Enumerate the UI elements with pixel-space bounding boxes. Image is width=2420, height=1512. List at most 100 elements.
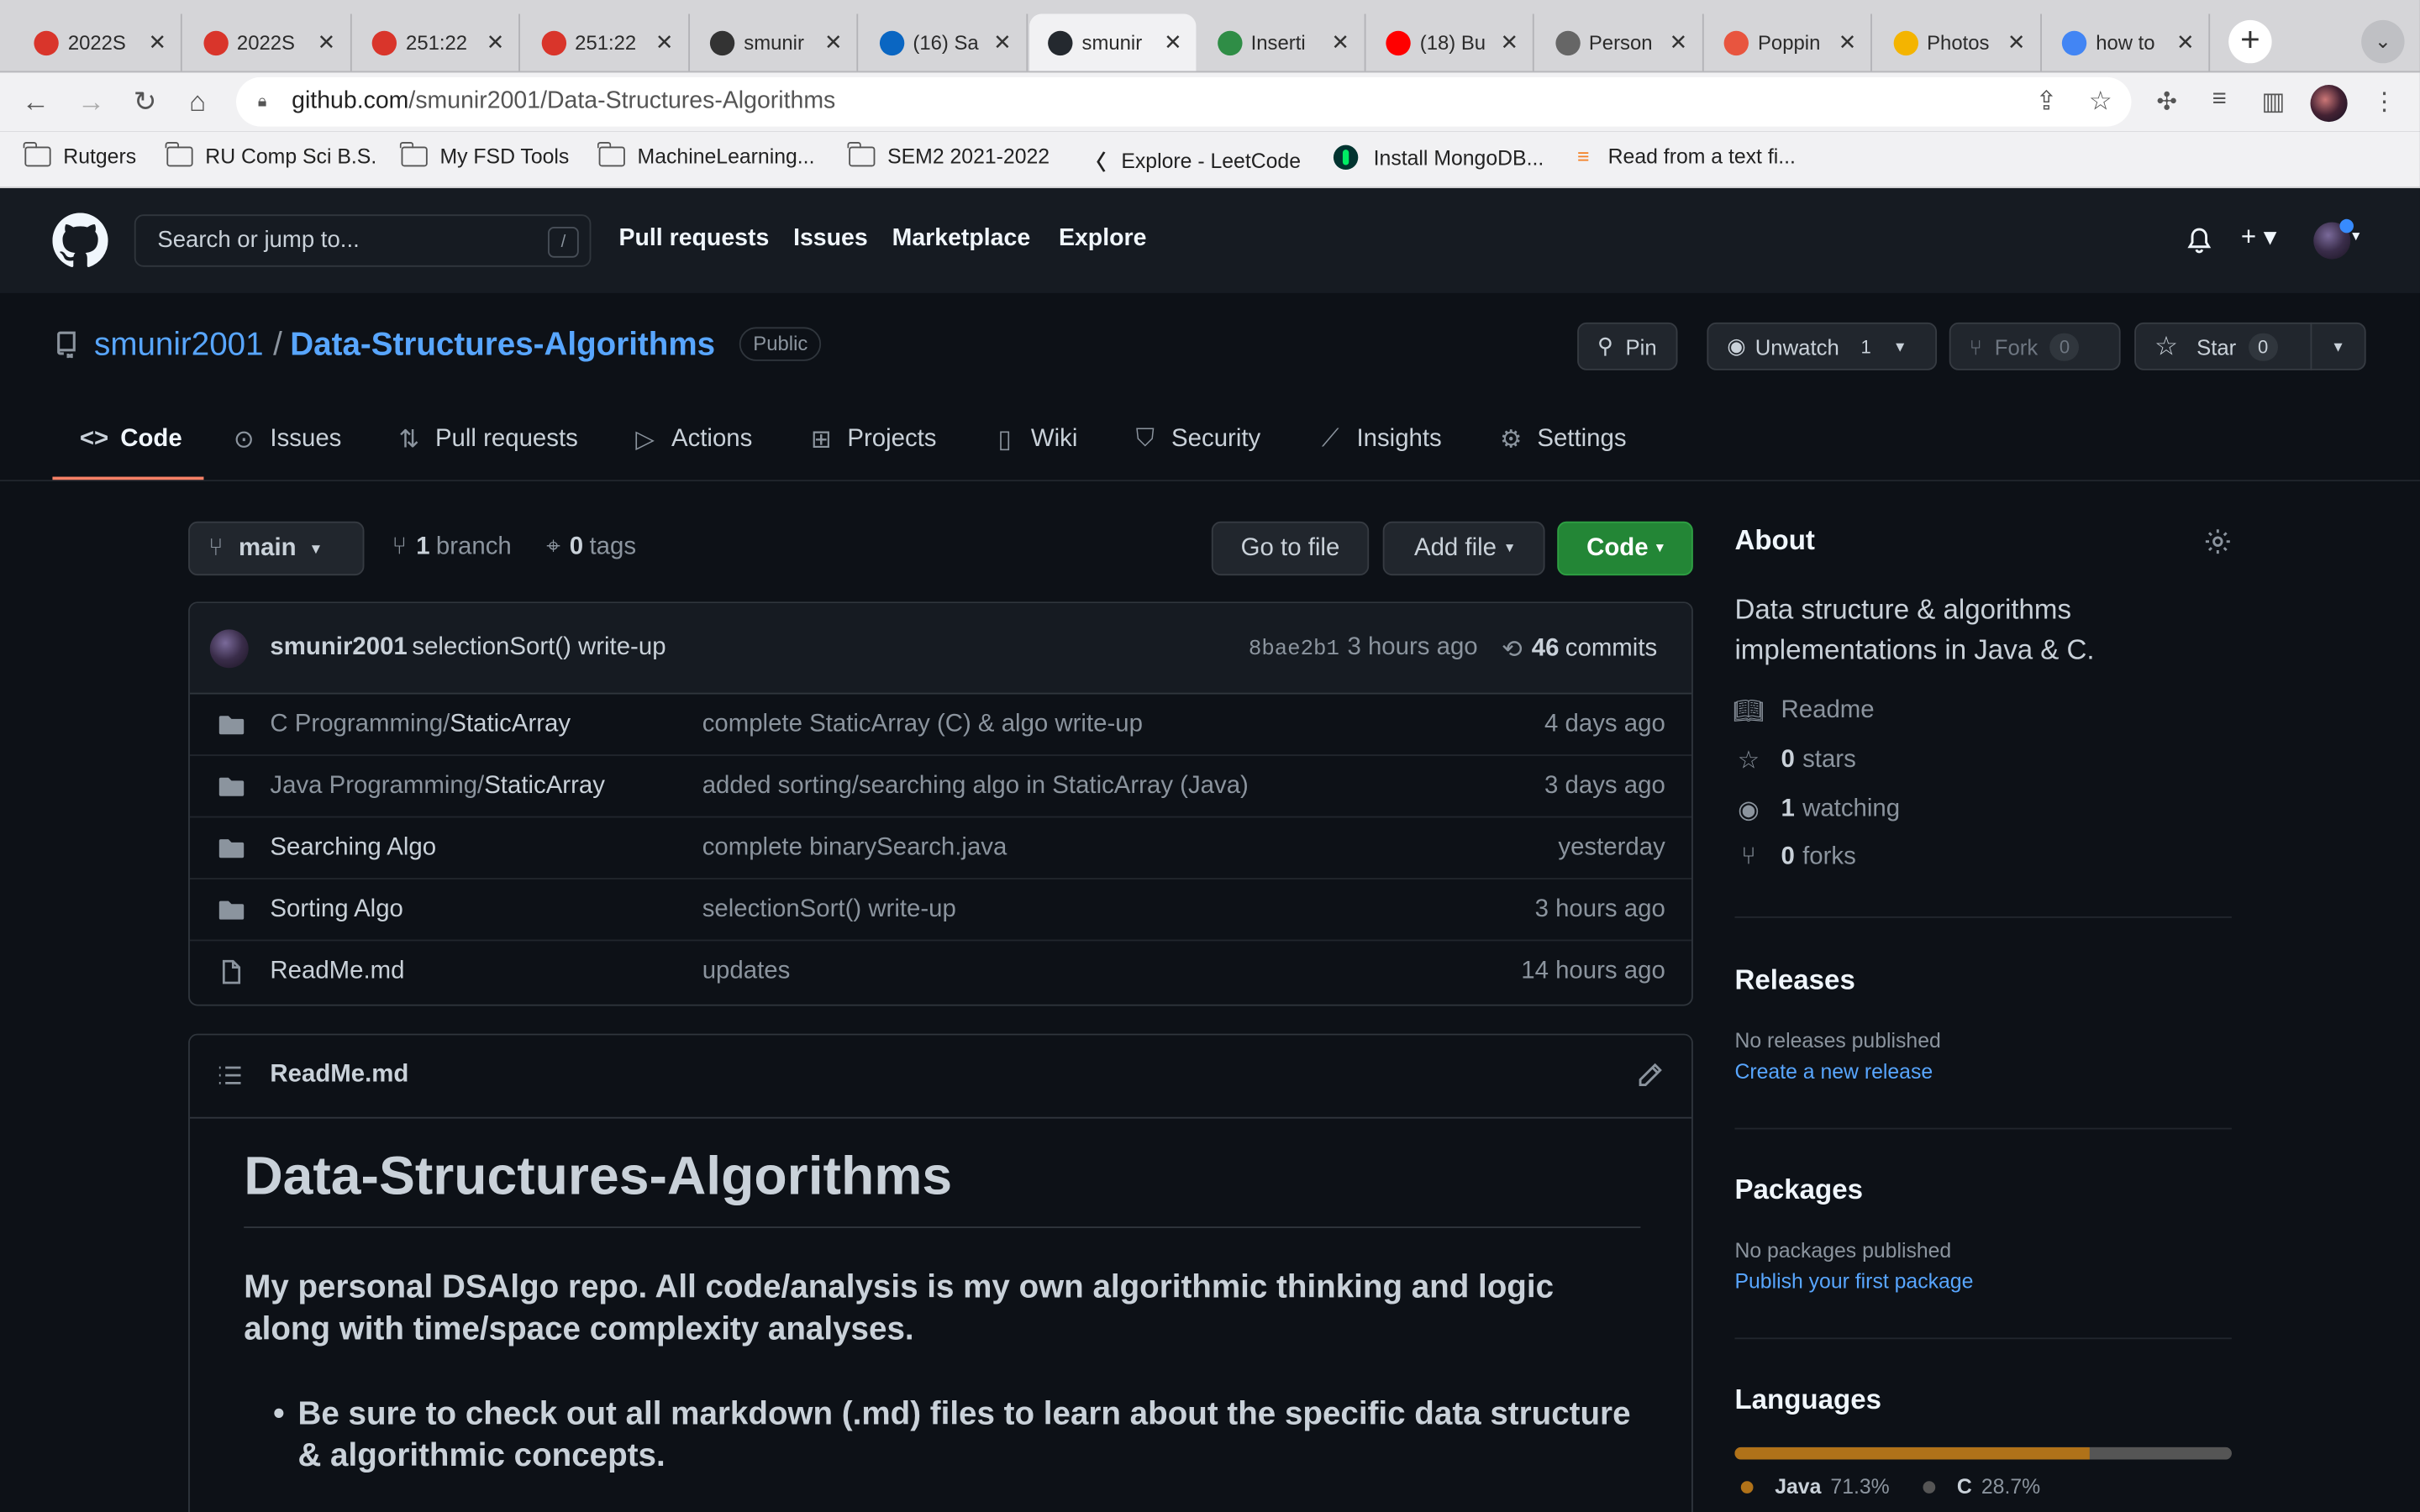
pencil-icon[interactable] xyxy=(1636,1062,1664,1089)
readme-filename[interactable]: ReadMe.md xyxy=(270,1062,408,1089)
close-icon[interactable]: ✕ xyxy=(992,29,1013,55)
tab-projects[interactable]: ⊞ Projects xyxy=(808,426,937,454)
tab-issues[interactable]: ⊙ Issues xyxy=(230,426,341,454)
address-bar[interactable]: 🔒︎ github.com/smunir2001/Data-Structures… xyxy=(236,76,2132,127)
browser-tab[interactable]: smunir ✕ xyxy=(1029,13,1197,71)
stars-link[interactable]: ☆ 0 stars xyxy=(1734,747,1856,774)
commit-author[interactable]: smunir2001 xyxy=(270,634,407,662)
bookmark-item[interactable]: Rutgers xyxy=(24,141,136,168)
go-to-file-button[interactable]: Go to file xyxy=(1211,521,1370,576)
bookmark-item[interactable]: My FSD Tools xyxy=(400,141,569,168)
watching-link[interactable]: ◉ 1 watching xyxy=(1734,796,1900,824)
packages-heading[interactable]: Packages xyxy=(1734,1174,1863,1207)
file-commit-message[interactable]: selectionSort() write-up xyxy=(702,896,956,924)
tab-security[interactable]: ⛉ Security xyxy=(1131,426,1260,454)
add-file-button[interactable]: Add file ▾ xyxy=(1382,521,1545,576)
extensions-icon[interactable]: ✣ xyxy=(2151,87,2182,118)
bookmark-item[interactable]: ≡ Read from a text fi... xyxy=(1577,145,1796,169)
gear-icon[interactable] xyxy=(2204,528,2232,555)
file-name-link[interactable]: Sorting Algo xyxy=(270,896,402,924)
create-release-link[interactable]: Create a new release xyxy=(1734,1060,1933,1084)
unwatch-button[interactable]: ◉ Unwatch 1 ▾ xyxy=(1707,322,1938,370)
browser-tab[interactable]: Person ✕ xyxy=(1536,13,1703,71)
notifications-bell-icon[interactable] xyxy=(2186,225,2213,256)
menu-icon[interactable]: ⋮ xyxy=(2369,87,2400,118)
create-new-plus-icon[interactable]: + ▾ xyxy=(2241,222,2277,253)
close-icon[interactable]: ✕ xyxy=(1162,29,1184,55)
tab-settings[interactable]: ⚙ Settings xyxy=(1497,426,1627,454)
new-tab-button[interactable]: + xyxy=(2228,19,2272,64)
file-row[interactable]: Java Programming/StaticArray added sortin… xyxy=(189,756,1692,818)
tab-search-button[interactable]: ⌄ xyxy=(2361,19,2405,64)
bookmark-item[interactable]: Install MongoDB... xyxy=(1333,144,1544,171)
bookmark-item[interactable]: SEM2 2021-2022 xyxy=(848,141,1050,168)
forward-icon[interactable]: → xyxy=(74,85,108,118)
tab-wiki[interactable]: ▯ Wiki xyxy=(991,426,1078,454)
tab-insights[interactable]: ⟋ Insights xyxy=(1317,426,1442,454)
bookmark-item[interactable]: 〈 Explore - LeetCode xyxy=(1085,145,1301,176)
file-commit-message[interactable]: added sorting/searching algo in StaticAr… xyxy=(702,773,1249,801)
file-row[interactable]: C Programming/StaticArray complete Static… xyxy=(189,695,1692,756)
publish-package-link[interactable]: Publish your first package xyxy=(1734,1270,1973,1294)
close-icon[interactable]: ✕ xyxy=(1668,29,1690,55)
bookmark-item[interactable]: RU Comp Sci B.S. xyxy=(166,141,376,168)
close-icon[interactable]: ✕ xyxy=(823,29,844,55)
file-name-link[interactable]: Searching Algo xyxy=(270,835,436,863)
browser-tab[interactable]: (16) Sa ✕ xyxy=(860,13,1028,71)
browser-tab[interactable]: 251:22 ✕ xyxy=(523,13,690,71)
pin-button[interactable]: ⚲ Pin xyxy=(1577,322,1677,370)
browser-tab[interactable]: Photos ✕ xyxy=(1875,13,2042,71)
commit-message[interactable]: selectionSort() write-up xyxy=(412,634,666,662)
commit-sha[interactable]: 8bae2b1 xyxy=(1249,638,1339,662)
tags-link[interactable]: ⌖ 0 tags xyxy=(546,533,636,561)
file-row[interactable]: Sorting Algo selectionSort() write-up 3 ho… xyxy=(189,879,1692,942)
releases-heading[interactable]: Releases xyxy=(1734,964,1854,997)
close-icon[interactable]: ✕ xyxy=(485,29,507,55)
forks-link[interactable]: ⑂ 0 forks xyxy=(1734,844,1856,872)
browser-tab[interactable]: 251:22 ✕ xyxy=(354,13,520,71)
file-commit-message[interactable]: complete binarySearch.java xyxy=(702,835,1007,863)
commits-link[interactable]: ⟲ 46 commits xyxy=(1502,634,1657,665)
nav-explore[interactable]: Explore xyxy=(1059,225,1146,253)
file-name-link[interactable]: C Programming/StaticArray xyxy=(270,711,571,739)
profile-avatar[interactable] xyxy=(2310,85,2348,123)
repo-owner-link[interactable]: smunir2001 xyxy=(94,327,264,364)
close-icon[interactable]: ✕ xyxy=(2006,29,2028,55)
star-button[interactable]: ☆ Star 0 xyxy=(2134,322,2312,370)
tab-actions[interactable]: ▷ Actions xyxy=(631,426,752,454)
file-commit-message[interactable]: updates xyxy=(702,958,791,986)
language-c[interactable]: C 28.7% xyxy=(1923,1475,2040,1498)
nav-marketplace[interactable]: Marketplace xyxy=(892,225,1031,253)
nav-pull-requests[interactable]: Pull requests xyxy=(619,225,770,253)
browser-tab[interactable]: 2022S ✕ xyxy=(15,13,182,71)
commit-author-avatar[interactable] xyxy=(209,629,249,669)
share-icon[interactable]: ⇪ xyxy=(2031,87,2062,118)
browser-tab[interactable]: 2022S ✕ xyxy=(184,13,351,71)
close-icon[interactable]: ✕ xyxy=(146,29,168,55)
side-panel-icon[interactable]: ▥ xyxy=(2258,87,2289,118)
file-commit-message[interactable]: complete StaticArray (C) & algo write-up xyxy=(702,711,1143,739)
close-icon[interactable]: ✕ xyxy=(1329,29,1351,55)
file-row[interactable]: ReadMe.md updates 14 hours ago xyxy=(190,941,1691,1002)
readme-link[interactable]: 📖︎ Readme xyxy=(1733,697,1874,725)
browser-tab[interactable]: smunir ✕ xyxy=(692,13,859,71)
browser-tab[interactable]: Poppin ✕ xyxy=(1706,13,1872,71)
file-name-link[interactable]: Java Programming/StaticArray xyxy=(270,773,605,801)
file-row[interactable]: Searching Algo complete binarySearch.java… xyxy=(189,817,1692,879)
language-java[interactable]: Java 71.3% xyxy=(1740,1475,1890,1498)
close-icon[interactable]: ✕ xyxy=(2175,29,2196,55)
search-input[interactable]: Search or jump to... / xyxy=(134,214,592,267)
close-icon[interactable]: ✕ xyxy=(654,29,676,55)
branches-link[interactable]: ⑂ 1 branch xyxy=(392,533,512,561)
tab-code[interactable]: <> Code xyxy=(80,426,182,454)
star-list-dropdown[interactable]: ▾ xyxy=(2310,322,2366,370)
close-icon[interactable]: ✕ xyxy=(316,29,338,55)
close-icon[interactable]: ✕ xyxy=(1837,29,1859,55)
browser-tab[interactable]: (18) Bu ✕ xyxy=(1367,13,1534,71)
browser-tab[interactable]: how to ✕ xyxy=(2044,13,2211,71)
back-icon[interactable]: ← xyxy=(18,85,52,118)
nav-issues[interactable]: Issues xyxy=(793,225,868,253)
bookmark-star-icon[interactable]: ☆ xyxy=(2085,87,2116,118)
bookmark-item[interactable]: MachineLearning... xyxy=(597,141,814,168)
home-icon[interactable]: ⌂ xyxy=(181,85,214,118)
